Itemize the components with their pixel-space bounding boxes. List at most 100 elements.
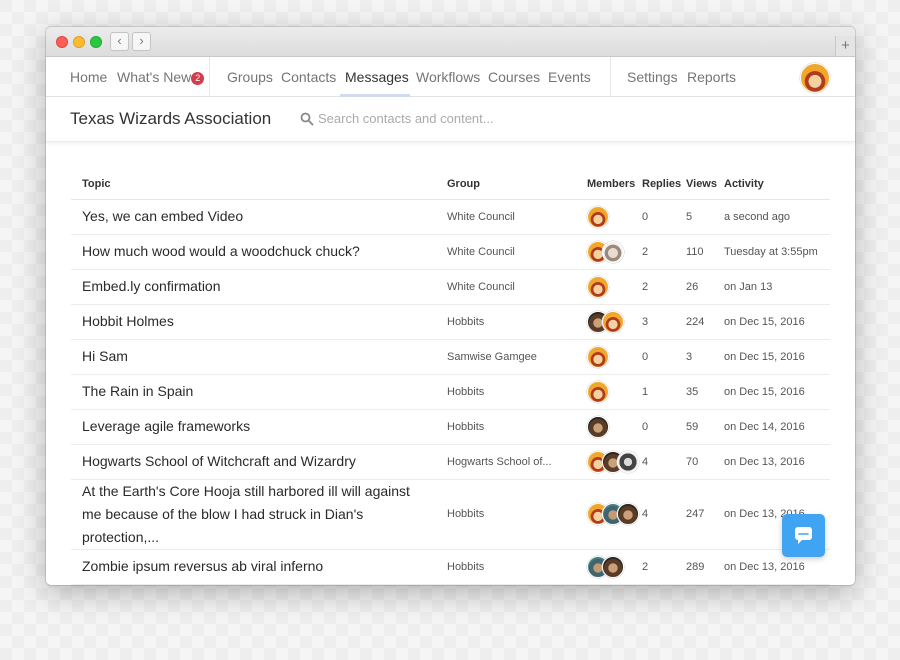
page-title: Texas Wizards Association [70,109,272,128]
avatar[interactable] [587,415,609,438]
chevron-right-icon[interactable]: › [132,32,151,51]
user-avatar[interactable] [800,63,830,93]
topic-link[interactable]: The Rain in Spain [71,374,447,410]
chevron-left-icon[interactable]: ‹ [110,32,129,51]
minimize-window-button[interactable] [73,36,85,48]
table-row[interactable]: How much wood would a woodchuck chuck? Wh… [71,234,830,270]
column-header-members[interactable]: Members [587,166,642,200]
nav-item-reports[interactable]: Reports [687,57,736,97]
window-titlebar: ‹ › + [46,27,855,57]
nav-divider [209,57,210,97]
topic-link[interactable]: Leverage agile frameworks [71,409,447,445]
table-row[interactable]: At the Earth's Core Hooja still harbored… [71,479,830,550]
plus-icon[interactable]: + [835,36,855,56]
table-row[interactable]: Hi Sam Samwise Gamgee 0 3 on Dec 15, 2016 [71,339,830,375]
nav-item-settings[interactable]: Settings [627,57,678,97]
member-avatars [587,275,642,298]
column-header-group[interactable]: Group [447,166,587,200]
members-cell [587,549,642,585]
group-cell[interactable]: Hobbits [447,374,587,410]
column-header-topic[interactable]: Topic [71,166,447,200]
views-cell: 289 [686,549,724,585]
table-row[interactable]: Leverage agile frameworks Hobbits 0 59 on De… [71,409,830,445]
topic-link[interactable]: Hi Sam [71,339,447,375]
avatar[interactable] [587,380,609,403]
avatar[interactable] [602,240,624,263]
table-row[interactable]: Hogwarts School of Witchcraft and Wizard… [71,444,830,480]
topic-link[interactable]: Embed.ly confirmation [71,269,447,305]
avatar[interactable] [587,275,609,298]
column-header-replies[interactable]: Replies [642,166,686,200]
views-cell: 35 [686,374,724,410]
nav-item-groups[interactable]: Groups [227,57,273,97]
replies-cell: 0 [642,339,686,375]
activity-cell: on Dec 15, 2016 [724,304,830,340]
nav-item-events[interactable]: Events [548,57,591,97]
member-avatars [587,380,642,403]
replies-cell: 4 [642,444,686,480]
nav-item-messages[interactable]: Messages [345,57,409,97]
member-avatars [587,345,642,368]
avatar[interactable] [602,555,624,578]
chat-bubble-icon [795,527,812,544]
table-body: Yes, we can embed Video White Council 0 5 a … [71,199,830,585]
views-cell: 3 [686,339,724,375]
table-row[interactable]: Zombie ipsum reversus ab viral inferno Ho… [71,549,830,585]
close-window-button[interactable] [56,36,68,48]
table-row[interactable]: Hobbit Holmes Hobbits 3 224 on Dec 15, 2016 [71,304,830,340]
nav-item-label: What's New [117,69,192,85]
avatar [800,63,830,93]
avatar[interactable] [587,345,609,368]
views-cell: 70 [686,444,724,480]
nav-item-workflows[interactable]: Workflows [416,57,480,97]
browser-window: ‹ › + Home What's New 2 Groups Contacts M… [46,27,855,585]
table-row[interactable]: Yes, we can embed Video White Council 0 5 a … [71,199,830,235]
chat-button[interactable] [782,514,825,557]
column-header-views[interactable]: Views [686,166,724,200]
avatar[interactable] [602,310,624,333]
nav-item-home[interactable]: Home [70,57,107,97]
page-header: Texas Wizards Association [46,97,855,142]
avatar[interactable] [587,205,609,228]
nav-item-contacts[interactable]: Contacts [281,57,336,97]
topic-link[interactable]: How much wood would a woodchuck chuck? [71,234,447,270]
views-cell: 224 [686,304,724,340]
nav-item-whats-new[interactable]: What's New 2 [117,57,205,97]
table-row[interactable]: Embed.ly confirmation White Council 2 26 on … [71,269,830,305]
replies-cell: 2 [642,269,686,305]
group-cell[interactable]: Hobbits [447,549,587,585]
group-cell[interactable]: Hobbits [447,479,587,550]
topic-link[interactable]: Hogwarts School of Witchcraft and Wizard… [71,444,447,480]
members-cell [587,269,642,305]
group-cell[interactable]: White Council [447,269,587,305]
members-cell [587,444,642,480]
group-cell[interactable]: Hogwarts School of... [447,444,587,480]
nav-item-courses[interactable]: Courses [488,57,540,97]
avatar[interactable] [617,450,639,473]
group-cell[interactable]: Samwise Gamgee [447,339,587,375]
views-cell: 59 [686,409,724,445]
group-cell[interactable]: Hobbits [447,409,587,445]
members-cell [587,339,642,375]
table-header-row: Topic Group Members Replies Views Activi… [71,166,830,200]
topic-link[interactable]: Zombie ipsum reversus ab viral inferno [71,549,447,585]
group-cell[interactable]: White Council [447,234,587,270]
views-cell: 26 [686,269,724,305]
views-cell: 110 [686,234,724,270]
replies-cell: 0 [642,409,686,445]
maximize-window-button[interactable] [90,36,102,48]
table-row[interactable]: The Rain in Spain Hobbits 1 35 on Dec 15, 20… [71,374,830,410]
avatar[interactable] [617,503,639,525]
topic-link[interactable]: Yes, we can embed Video [71,199,447,235]
group-cell[interactable]: White Council [447,199,587,235]
topic-link[interactable]: Hobbit Holmes [71,304,447,340]
group-cell[interactable]: Hobbits [447,304,587,340]
views-cell: 247 [686,479,724,550]
search-input[interactable] [318,106,578,130]
replies-cell: 2 [642,234,686,270]
member-avatars [587,555,642,578]
topic-link[interactable]: At the Earth's Core Hooja still harbored… [71,479,447,550]
member-avatars [587,240,642,263]
column-header-activity[interactable]: Activity [724,166,830,200]
nav-divider [610,57,611,97]
